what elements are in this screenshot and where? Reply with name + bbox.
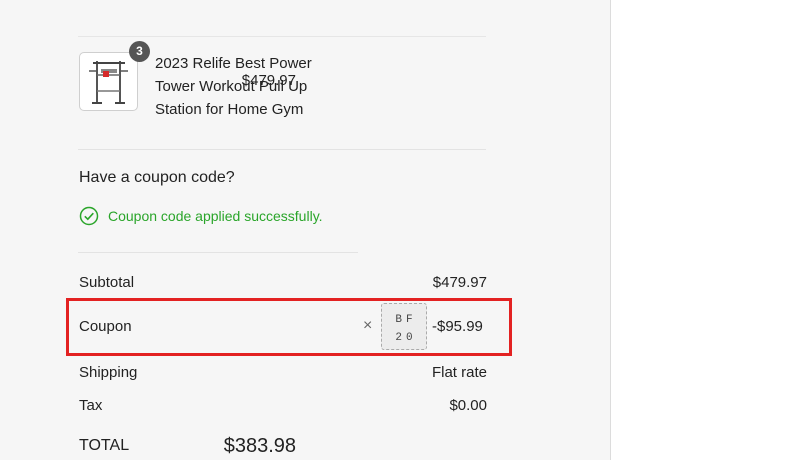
coupon-discount-value: -$95.99 (432, 318, 483, 335)
order-summary-panel: 3 2023 Relife Best Power Tower Workout P… (0, 0, 611, 460)
success-text: Coupon code applied successfully. (108, 208, 323, 224)
shipping-value: Flat rate (431, 364, 487, 381)
subtotal-value: $479.97 (432, 274, 487, 291)
total-value: $383.98 (223, 435, 296, 457)
coupon-code-line2: 20 (395, 332, 417, 344)
check-circle-icon (79, 206, 99, 226)
tax-row: Tax $0.00 (79, 397, 487, 421)
total-label: TOTAL (79, 437, 130, 454)
coupon-label: Coupon (79, 318, 132, 335)
divider (78, 252, 358, 253)
divider (78, 36, 486, 37)
coupon-question[interactable]: Have a coupon code? (79, 169, 235, 187)
product-price: $479.97 (241, 72, 296, 89)
coupon-code-line1: BF (395, 314, 417, 326)
tax-value: $0.00 (449, 397, 487, 414)
tax-label: Tax (79, 397, 103, 414)
coupon-success-message: Coupon code applied successfully. (79, 206, 323, 226)
quantity-badge: 3 (129, 41, 150, 62)
coupon-code-chip: BF 20 (381, 303, 427, 350)
power-tower-icon (89, 61, 128, 104)
subtotal-row: Subtotal $479.97 (79, 274, 487, 298)
shipping-label: Shipping (79, 364, 138, 381)
subtotal-label: Subtotal (79, 274, 135, 291)
product-thumbnail[interactable] (79, 52, 138, 111)
coupon-row: Coupon (79, 318, 379, 342)
remove-coupon-button[interactable]: × (363, 317, 372, 335)
shipping-row: Shipping Flat rate (79, 364, 487, 388)
divider (78, 149, 486, 150)
